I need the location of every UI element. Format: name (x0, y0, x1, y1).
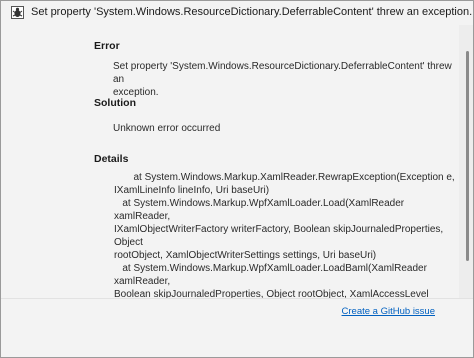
error-message: Set property 'System.Windows.ResourceDic… (113, 60, 459, 99)
error-dialog-window: Set property 'System.Windows.ResourceDic… (0, 0, 474, 358)
dialog-content[interactable]: Error Set property 'System.Windows.Resou… (1, 25, 459, 301)
bug-app-icon (11, 6, 24, 19)
details-stack-trace: at System.Windows.Markup.XamlReader.Rewr… (114, 172, 455, 300)
details-header: Details (94, 153, 129, 165)
error-message-line-1: Set property 'System.Windows.ResourceDic… (113, 61, 452, 85)
scrollbar-thumb[interactable] (466, 51, 469, 261)
error-message-line-2: exception. (113, 87, 159, 98)
error-header: Error (94, 40, 120, 52)
window-title: Set property 'System.Windows.ResourceDic… (31, 6, 473, 18)
create-github-issue-link[interactable]: Create a GitHub issue (342, 306, 435, 317)
solution-header: Solution (94, 97, 136, 109)
title-bar[interactable]: Set property 'System.Windows.ResourceDic… (1, 1, 473, 25)
vertical-scrollbar[interactable] (459, 25, 473, 301)
solution-text: Unknown error occurred (113, 123, 221, 134)
dialog-footer: Create a GitHub issue (1, 298, 473, 357)
